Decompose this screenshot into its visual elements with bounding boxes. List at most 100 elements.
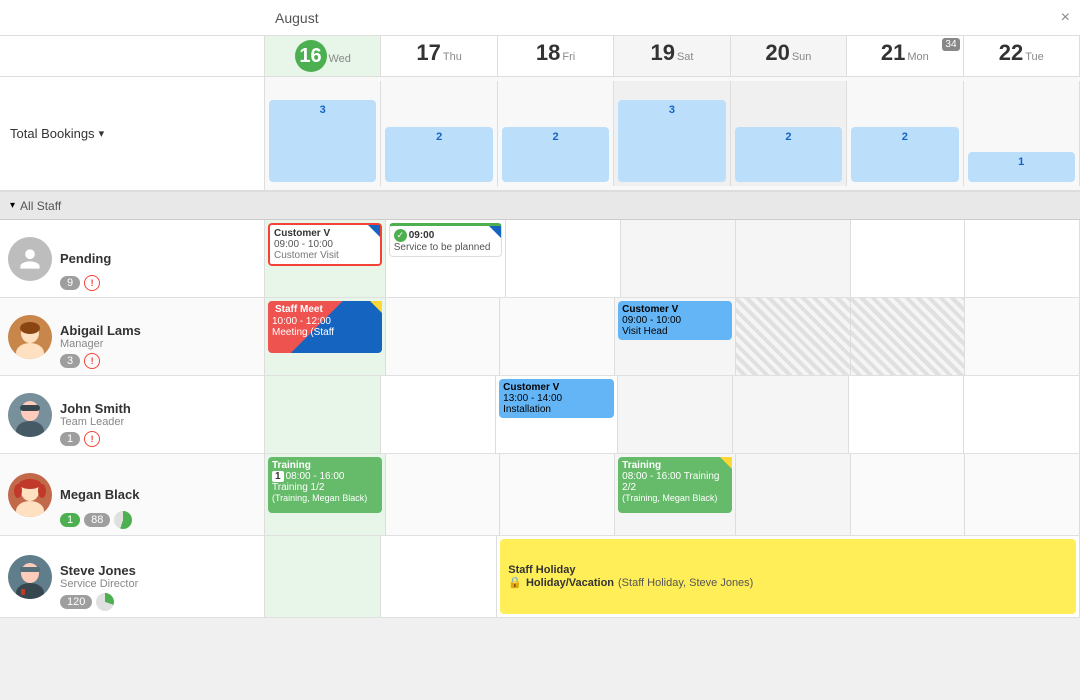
chevron-down-icon: ▾ <box>99 127 105 140</box>
event-title-training2: Training <box>622 460 728 471</box>
day-header-17: 17Thu <box>381 36 497 76</box>
booking-count-22: 1 <box>1018 156 1024 168</box>
abigail-cell-17 <box>386 298 501 375</box>
bookings-row: Total Bookings ▾ 3 2 2 3 <box>0 77 1080 192</box>
bookings-dropdown[interactable]: Total Bookings ▾ <box>10 126 104 141</box>
event-staff-meeting[interactable]: Staff Meet 10:00 - 12:00 Meeting (Staff <box>268 301 382 353</box>
abigail-name: Abigail Lams <box>60 323 141 338</box>
abigail-cell-20 <box>736 298 851 375</box>
pending-cell-16[interactable]: Customer V 09:00 - 10:00 Customer Visit <box>265 220 386 297</box>
day-num-22: 22 <box>999 40 1023 65</box>
event-service-planned[interactable]: ✓ 09:00 Service to be planned <box>389 223 503 257</box>
megan-cell-19[interactable]: Training 08:00 - 16:00 Training 2/2 (Tra… <box>615 454 736 535</box>
steve-cell-16 <box>265 536 381 617</box>
day-header-22: 22Tue <box>964 36 1080 76</box>
day-header-20: 20Sun <box>731 36 847 76</box>
day-num-20: 20 <box>765 40 789 65</box>
pending-cell-20 <box>736 220 851 297</box>
booking-bar-22[interactable]: 1 <box>968 152 1075 182</box>
chevron-down-icon: ▾ <box>10 200 15 211</box>
close-button[interactable]: × <box>1061 9 1070 27</box>
day-header-21: 34 21Mon <box>847 36 963 76</box>
all-staff-header[interactable]: ▾ All Staff <box>0 192 1080 220</box>
abigail-cell-22 <box>965 298 1080 375</box>
event-title-service: Service to be planned <box>394 242 498 253</box>
john-cell-22 <box>964 376 1080 453</box>
booking-count-18: 2 <box>552 131 558 143</box>
abigail-cell-16[interactable]: Staff Meet 10:00 - 12:00 Meeting (Staff <box>265 298 386 375</box>
day-headers: 16Wed 17Thu 18Fri 19Sat 20Sun 34 21Mon 2… <box>265 36 1080 76</box>
booking-bar-17[interactable]: 2 <box>385 127 492 182</box>
day-num-16: 16 <box>295 40 327 72</box>
pending-cell-18 <box>506 220 621 297</box>
abigail-avatar <box>8 315 52 359</box>
booking-bar-18[interactable]: 2 <box>502 127 609 182</box>
john-warn-icon: ! <box>84 431 100 447</box>
steve-cell-17 <box>381 536 497 617</box>
booking-bar-16[interactable]: 3 <box>269 100 376 182</box>
event-installation[interactable]: Customer V 13:00 - 14:00 Installation <box>499 379 614 418</box>
day-num-18: 18 <box>536 40 560 65</box>
pending-cell-17[interactable]: ✓ 09:00 Service to be planned <box>386 220 507 297</box>
day-name-21: Mon <box>907 51 928 63</box>
megan-name: Megan Black <box>60 487 139 502</box>
john-cell-17 <box>381 376 497 453</box>
steve-avatar <box>8 555 52 599</box>
event-time-meeting: 10:00 - 12:00 <box>272 316 378 327</box>
event-staff-holiday[interactable]: Staff Holiday 🔒 Holiday/Vacation (Staff … <box>500 539 1076 614</box>
john-cell-20 <box>733 376 849 453</box>
abigail-cell-21 <box>851 298 966 375</box>
megan-cell-16[interactable]: Training 108:00 - 16:00 Training 1/2 (Tr… <box>265 454 386 535</box>
steve-badge-120: 120 <box>60 595 92 609</box>
event-training-megan-1[interactable]: Training 108:00 - 16:00 Training 1/2 (Tr… <box>268 457 382 513</box>
megan-badge-1: 1 <box>60 513 80 527</box>
megan-cell-20 <box>736 454 851 535</box>
event-sub-cv-abigail: Visit Head <box>622 326 728 337</box>
staff-rows: Pending 9 ! Customer V 09:00 - 10:00 Cus… <box>0 220 1080 618</box>
megan-cell-21 <box>851 454 966 535</box>
pending-avatar <box>8 237 52 281</box>
event-time-install: 13:00 - 14:00 <box>503 393 610 404</box>
event-time-training1: 108:00 - 16:00 Training 1/2 <box>272 471 378 493</box>
john-cell-16 <box>265 376 381 453</box>
john-badge: 1 <box>60 432 80 446</box>
steve-cell-holiday[interactable]: Staff Holiday 🔒 Holiday/Vacation (Staff … <box>497 536 1080 617</box>
day-name-18: Fri <box>562 51 575 63</box>
event-sub-holiday: (Staff Holiday, Steve Jones) <box>618 577 753 589</box>
event-time-holiday: Holiday/Vacation <box>526 577 614 589</box>
day-name-19: Sat <box>677 51 694 63</box>
event-customer-visit-pending[interactable]: Customer V 09:00 - 10:00 Customer Visit <box>268 223 382 266</box>
megan-pie-icon <box>114 511 132 529</box>
abigail-warn-icon: ! <box>84 353 100 369</box>
event-time-cv-abigail: 09:00 - 10:00 <box>622 315 728 326</box>
booking-bar-20[interactable]: 2 <box>735 127 842 182</box>
row-pending: Pending 9 ! Customer V 09:00 - 10:00 Cus… <box>0 220 1080 298</box>
abigail-cell-19[interactable]: Customer V 09:00 - 10:00 Visit Head <box>615 298 736 375</box>
event-sub-install: Installation <box>503 404 610 415</box>
row-abigail: Abigail Lams Manager 3 ! Staff Meet 10:0… <box>0 298 1080 376</box>
event-title: Customer V <box>274 228 376 239</box>
pending-name: Pending <box>60 251 111 266</box>
megan-cell-22 <box>965 454 1080 535</box>
day-name-20: Sun <box>792 51 812 63</box>
day-name-22: Tue <box>1025 51 1044 63</box>
booking-count-20: 2 <box>785 131 791 143</box>
event-customer-visit-abigail[interactable]: Customer V 09:00 - 10:00 Visit Head <box>618 301 732 340</box>
booking-bar-21[interactable]: 2 <box>851 127 958 182</box>
john-cell-19 <box>618 376 734 453</box>
event-sub-training1: (Training, Megan Black) <box>272 493 378 503</box>
john-avatar <box>8 393 52 437</box>
megan-cell-17 <box>386 454 501 535</box>
month-label: August <box>275 10 319 26</box>
john-cell-18[interactable]: Customer V 13:00 - 14:00 Installation <box>496 376 618 453</box>
day-header-16: 16Wed <box>265 36 381 76</box>
booking-count-19: 3 <box>669 104 675 116</box>
event-title-training1: Training <box>272 460 378 471</box>
day-num-21: 21 <box>881 40 905 65</box>
event-title-install: Customer V <box>503 382 610 393</box>
event-sub-training2: (Training, Megan Black) <box>622 493 728 503</box>
event-title-meeting: Staff Meet <box>272 304 326 315</box>
day-header-19: 19Sat <box>614 36 730 76</box>
booking-bar-19[interactable]: 3 <box>618 100 725 182</box>
event-training-megan-2[interactable]: Training 08:00 - 16:00 Training 2/2 (Tra… <box>618 457 732 513</box>
